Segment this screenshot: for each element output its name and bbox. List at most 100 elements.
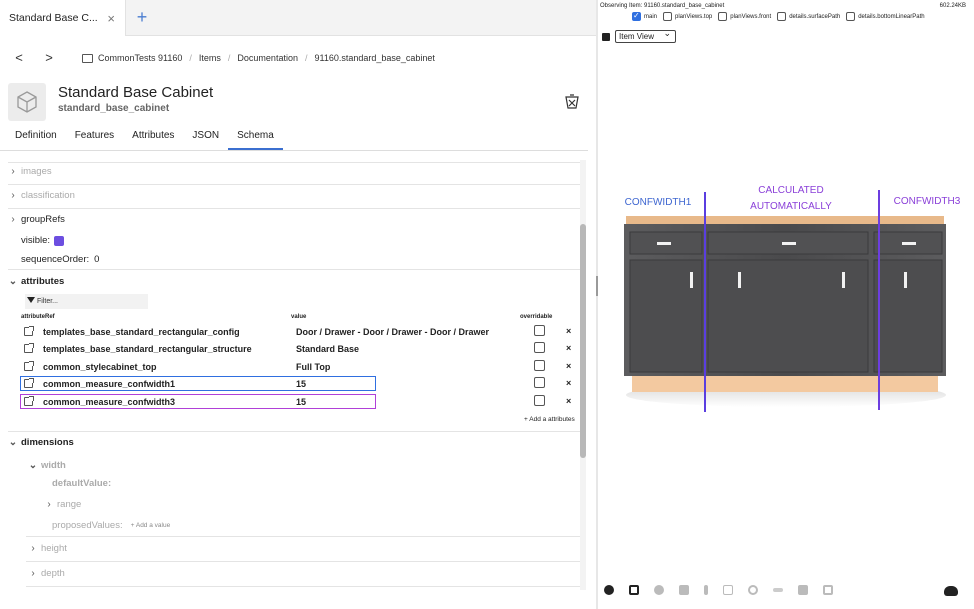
breadcrumb-item[interactable]: Documentation: [237, 53, 298, 63]
chevron-right-icon: ›: [31, 568, 35, 579]
default-value-field: defaultValue:: [52, 478, 111, 489]
folder-icon: [82, 53, 93, 63]
field-label: visible:: [21, 235, 51, 246]
cube-icon: [602, 32, 610, 41]
grid-icon[interactable]: [629, 585, 639, 595]
tab-json[interactable]: JSON: [183, 126, 228, 150]
external-link-icon[interactable]: [24, 396, 34, 406]
checkbox-main[interactable]: main: [632, 11, 658, 21]
checkbox-label: main: [644, 13, 658, 20]
scrollbar-thumb[interactable]: [580, 224, 586, 458]
tab-close-icon[interactable]: ×: [107, 11, 115, 26]
node-classification[interactable]: › classification: [8, 190, 75, 201]
node-width[interactable]: ⌄ width: [28, 460, 66, 471]
checkbox-icon: [846, 12, 856, 21]
image-icon[interactable]: [823, 585, 833, 595]
delete-icon[interactable]: [564, 94, 580, 110]
cube-icon: [8, 83, 46, 121]
new-tab-button[interactable]: +: [130, 5, 154, 29]
node-height[interactable]: › height: [28, 543, 67, 554]
attribute-name: common_measure_confwidth3: [43, 397, 176, 407]
breadcrumb-item[interactable]: 91160.standard_base_cabinet: [314, 53, 434, 63]
column-header-overridable: overridable: [520, 314, 553, 320]
tab-schema[interactable]: Schema: [228, 126, 283, 150]
node-attributes[interactable]: ⌄ attributes: [8, 276, 65, 287]
node-label: dimensions: [21, 437, 74, 448]
chevron-down-icon: ⌄: [28, 460, 38, 471]
forward-button[interactable]: >: [42, 48, 56, 68]
external-link-icon[interactable]: [24, 378, 34, 388]
confwidth3-marker-line: [878, 190, 880, 410]
tab-attributes[interactable]: Attributes: [123, 126, 183, 150]
divider: [8, 431, 584, 432]
palette-icon[interactable]: [604, 585, 614, 595]
external-link-icon[interactable]: [24, 361, 34, 371]
item-header: Standard Base Cabinet standard_base_cabi…: [0, 80, 596, 124]
node-images[interactable]: › images: [8, 166, 52, 177]
breadcrumb-item[interactable]: CommonTests 91160: [98, 53, 182, 63]
axes-icon[interactable]: [723, 585, 733, 595]
breadcrumb: < > CommonTests 91160 / Items / Document…: [0, 44, 596, 72]
visible-color-swatch[interactable]: [54, 235, 65, 246]
external-link-icon[interactable]: [24, 326, 34, 336]
node-label: attributes: [21, 276, 65, 287]
tab-features[interactable]: Features: [66, 126, 123, 150]
filter-input[interactable]: Filter...: [25, 294, 148, 309]
breadcrumb-separator: /: [227, 53, 231, 63]
divider: [8, 269, 584, 270]
overridable-checkbox[interactable]: [534, 360, 545, 371]
page-subtitle: standard_base_cabinet: [58, 103, 170, 114]
node-grouprefs[interactable]: › groupRefs: [8, 214, 65, 225]
checkbox-surface-path[interactable]: details.surfacePath: [777, 12, 840, 21]
attribute-name: common_stylecabinet_top: [43, 362, 157, 372]
breadcrumb-item[interactable]: Items: [199, 53, 221, 63]
add-attribute-button[interactable]: + Add a attributes: [524, 416, 575, 423]
target-icon[interactable]: [748, 585, 758, 595]
filter-icon: [27, 297, 35, 303]
dots-icon[interactable]: [773, 588, 783, 592]
back-button[interactable]: <: [12, 48, 26, 68]
overridable-checkbox[interactable]: [534, 377, 545, 388]
remove-icon[interactable]: ×: [566, 396, 571, 406]
view-mode-control: Item View: [602, 28, 676, 43]
visible-field: visible:: [21, 235, 65, 246]
cube-outline-icon[interactable]: [679, 585, 689, 595]
checkbox-planviews-top[interactable]: planViews.top: [663, 12, 712, 21]
external-link-icon[interactable]: [24, 343, 34, 353]
divider: [8, 162, 584, 163]
node-label: height: [41, 543, 67, 554]
chevron-down-icon: ⌄: [8, 437, 18, 448]
checkbox-planviews-front[interactable]: planViews.front: [718, 12, 771, 21]
node-label: classification: [21, 190, 75, 201]
remove-icon[interactable]: ×: [566, 378, 571, 388]
filter-placeholder: Filter...: [37, 298, 59, 305]
table-row: common_stylecabinet_top Full Top ×: [20, 359, 580, 376]
document-tab[interactable]: Standard Base C... ×: [0, 0, 126, 36]
view-mode-select[interactable]: Item View: [615, 28, 676, 43]
overridable-checkbox[interactable]: [534, 325, 545, 336]
brush-icon[interactable]: [704, 585, 708, 595]
column-header-value: value: [291, 314, 307, 320]
node-range[interactable]: › range: [44, 499, 81, 510]
checkbox-bottom-linear-path[interactable]: details.bottomLinearPath: [846, 12, 925, 21]
person-icon[interactable]: [798, 585, 808, 595]
cabinet-3d-view[interactable]: [618, 210, 954, 420]
remove-icon[interactable]: ×: [566, 361, 571, 371]
divider: [26, 586, 584, 587]
tab-definition[interactable]: Definition: [0, 126, 66, 150]
overridable-checkbox[interactable]: [534, 395, 545, 406]
remove-icon[interactable]: ×: [566, 343, 571, 353]
overridable-checkbox[interactable]: [534, 342, 545, 353]
divider: [26, 561, 584, 562]
cloud-upload-icon[interactable]: [944, 586, 958, 596]
add-value-button[interactable]: + Add a value: [131, 522, 171, 529]
node-label: images: [21, 166, 52, 177]
node-dimensions[interactable]: ⌄ dimensions: [8, 437, 74, 448]
scrollbar[interactable]: [580, 160, 586, 590]
sphere-icon[interactable]: [654, 585, 664, 595]
viewer-panel: Observing Item: 91160.standard_base_cabi…: [598, 0, 974, 609]
remove-icon[interactable]: ×: [566, 326, 571, 336]
viewer-toolbar: [604, 585, 848, 595]
field-value[interactable]: 0: [94, 254, 99, 265]
node-depth[interactable]: › depth: [28, 568, 64, 579]
